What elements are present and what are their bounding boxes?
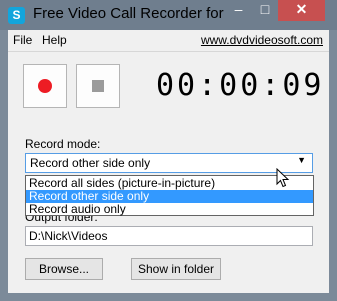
output-folder-input[interactable]: D:\Nick\Videos — [25, 226, 313, 246]
maximize-button[interactable]: □ — [252, 0, 278, 21]
record-mode-selected: Record other side only — [30, 156, 151, 170]
title-bar[interactable]: S Free Video Call Recorder for ... – □ ✕ — [0, 0, 337, 30]
menu-help[interactable]: Help — [42, 33, 67, 47]
minimize-button[interactable]: – — [225, 0, 252, 21]
record-mode-label: Record mode: — [25, 137, 101, 151]
stop-icon — [92, 80, 104, 92]
menu-file[interactable]: File — [13, 33, 32, 47]
browse-button[interactable]: Browse... — [25, 258, 103, 280]
record-button[interactable] — [23, 64, 67, 108]
menu-separator — [8, 51, 329, 52]
app-window: S Free Video Call Recorder for ... – □ ✕… — [0, 0, 337, 301]
record-mode-dropdown: Record all sides (picture-in-picture) Re… — [25, 175, 314, 216]
skype-icon: S — [8, 7, 25, 24]
menu-bar: File Help www.dvdvideosoft.com — [8, 30, 329, 50]
window-title: Free Video Call Recorder for ... — [33, 5, 241, 22]
close-button[interactable]: ✕ — [278, 0, 325, 21]
record-icon — [38, 79, 52, 93]
elapsed-timer: 00:00:09 — [156, 68, 325, 103]
website-link[interactable]: www.dvdvideosoft.com — [201, 33, 323, 47]
stop-button[interactable] — [76, 64, 120, 108]
show-in-folder-button[interactable]: Show in folder — [131, 258, 221, 280]
option-audio-only[interactable]: Record audio only — [26, 203, 313, 216]
client-area: File Help www.dvdvideosoft.com 00:00:09 … — [8, 30, 329, 293]
record-mode-select[interactable]: Record other side only ▼ — [25, 153, 313, 173]
chevron-down-icon: ▼ — [297, 155, 306, 165]
mouse-cursor-icon — [276, 168, 290, 188]
